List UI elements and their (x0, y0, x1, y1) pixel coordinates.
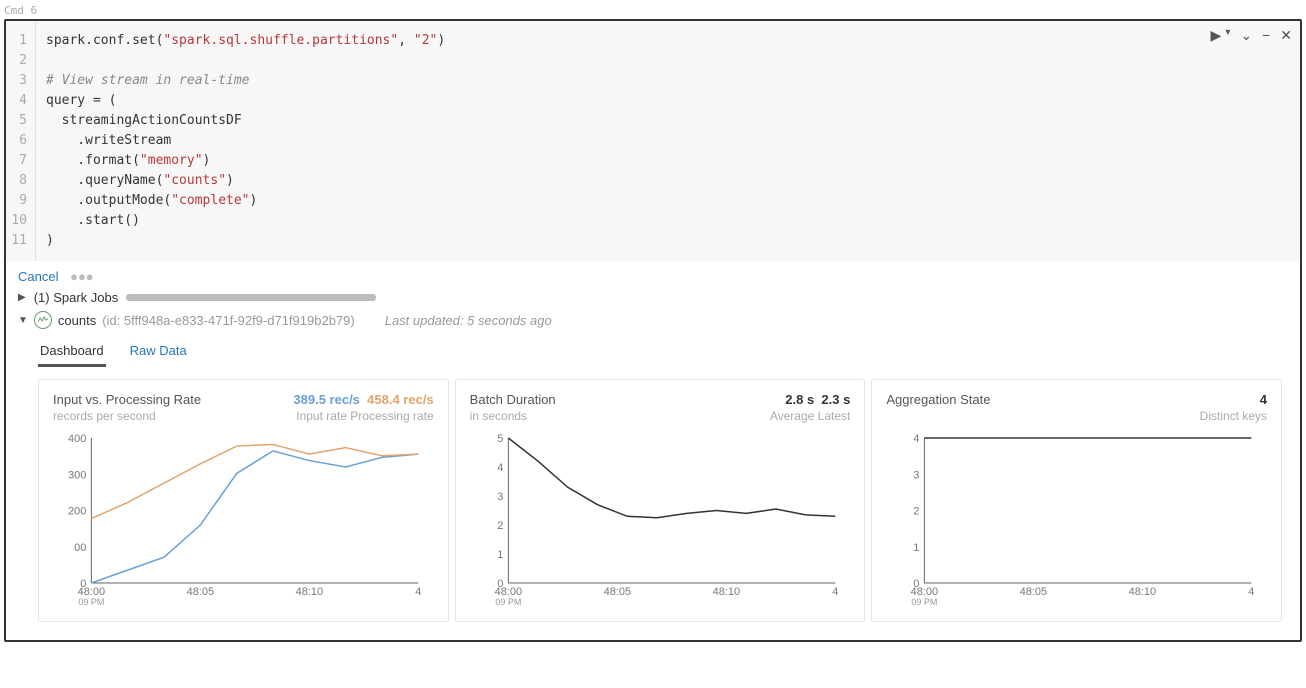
chart-svg: 0123448:0009 PM48:0548:104 (886, 433, 1267, 613)
chart-title: Batch Duration (470, 392, 556, 407)
spark-jobs-label[interactable]: (1) Spark Jobs (34, 290, 119, 305)
svg-text:4: 4 (832, 586, 838, 598)
stream-id: (id: 5fff948a-e833-471f-92f9-d71f919b2b7… (102, 313, 355, 328)
status-row: Cancel ●●● (6, 261, 1300, 284)
svg-text:09 PM: 09 PM (78, 597, 104, 607)
cancel-link[interactable]: Cancel (18, 269, 58, 284)
collapse-stream-icon[interactable]: ▼ (18, 315, 28, 326)
expand-spark-jobs-icon[interactable]: ▶ (18, 292, 26, 303)
chart-title: Input vs. Processing Rate (53, 392, 201, 407)
run-icon[interactable]: ▶ (1211, 27, 1222, 44)
svg-text:1: 1 (914, 542, 920, 554)
svg-text:3: 3 (497, 491, 503, 503)
svg-text:4: 4 (415, 586, 421, 598)
spark-jobs-row: ▶ (1) Spark Jobs (6, 284, 1300, 305)
chart-subtitle: records per second (53, 409, 201, 423)
svg-text:1: 1 (497, 549, 503, 561)
chart-metric-labels: Distinct keys (1200, 409, 1267, 423)
minimize-icon[interactable]: − (1262, 27, 1270, 44)
svg-text:48:10: 48:10 (296, 586, 324, 598)
chart-metric-labels: Average Latest (770, 409, 851, 423)
chart-metric-labels: Input rate Processing rate (293, 409, 433, 423)
last-updated: Last updated: 5 seconds ago (385, 313, 552, 328)
chart-card-2: Aggregation State4Distinct keys0123448:0… (871, 379, 1282, 622)
chart-subtitle: in seconds (470, 409, 556, 423)
svg-text:48:05: 48:05 (187, 586, 215, 598)
code-content[interactable]: spark.conf.set("spark.sql.shuffle.partit… (36, 21, 1300, 261)
svg-text:4: 4 (497, 462, 503, 474)
spark-jobs-progress (126, 294, 376, 301)
svg-text:400: 400 (68, 433, 86, 445)
notebook-cell: ▶ ▾ ⌄ − ✕ 1234567891011 spark.conf.set("… (4, 19, 1302, 642)
chart-metric-values: 4 (1200, 392, 1267, 407)
stream-name[interactable]: counts (58, 313, 96, 328)
loading-dots-icon: ●●● (70, 269, 94, 284)
chevron-down-icon[interactable]: ⌄ (1240, 27, 1252, 44)
svg-text:48:05: 48:05 (603, 586, 631, 598)
svg-text:48:10: 48:10 (1129, 586, 1157, 598)
chart-title: Aggregation State (886, 392, 990, 407)
chart-svg: 00020030040048:0009 PM48:0548:104 (53, 433, 434, 613)
run-dropdown-icon[interactable]: ▾ (1225, 27, 1230, 44)
tab-raw-data[interactable]: Raw Data (128, 337, 189, 367)
svg-text:00: 00 (74, 542, 86, 554)
tab-dashboard[interactable]: Dashboard (38, 337, 106, 367)
svg-text:5: 5 (497, 433, 503, 445)
line-gutter: 1234567891011 (6, 21, 36, 261)
svg-text:2: 2 (497, 520, 503, 532)
chart-card-1: Batch Duration in seconds 2.8 s 2.3 s Avera… (455, 379, 866, 622)
svg-text:09 PM: 09 PM (912, 597, 938, 607)
chart-svg: 01234548:0009 PM48:0548:104 (470, 433, 851, 613)
svg-text:4: 4 (1249, 586, 1255, 598)
svg-text:200: 200 (68, 506, 86, 518)
svg-text:2: 2 (914, 506, 920, 518)
stream-row: ▼ counts (id: 5fff948a-e833-471f-92f9-d7… (6, 305, 1300, 329)
svg-text:300: 300 (68, 469, 86, 481)
code-editor[interactable]: 1234567891011 spark.conf.set("spark.sql.… (6, 21, 1300, 261)
chart-metric-values: 2.8 s 2.3 s (770, 392, 851, 407)
svg-text:09 PM: 09 PM (495, 597, 521, 607)
close-icon[interactable]: ✕ (1280, 27, 1292, 44)
stream-status-icon (34, 311, 52, 329)
chart-card-0: Input vs. Processing Rate records per sec… (38, 379, 449, 622)
svg-text:3: 3 (914, 469, 920, 481)
svg-text:4: 4 (914, 433, 920, 445)
svg-text:48:05: 48:05 (1020, 586, 1048, 598)
cmd-label: Cmd 6 (4, 4, 1302, 17)
chart-metric-values: 389.5 rec/s 458.4 rec/s (293, 392, 433, 407)
cell-toolbar: ▶ ▾ ⌄ − ✕ (1211, 27, 1292, 44)
stream-tabs: Dashboard Raw Data (6, 329, 1300, 367)
charts-container: Input vs. Processing Rate records per sec… (6, 367, 1300, 640)
svg-text:48:10: 48:10 (712, 586, 740, 598)
